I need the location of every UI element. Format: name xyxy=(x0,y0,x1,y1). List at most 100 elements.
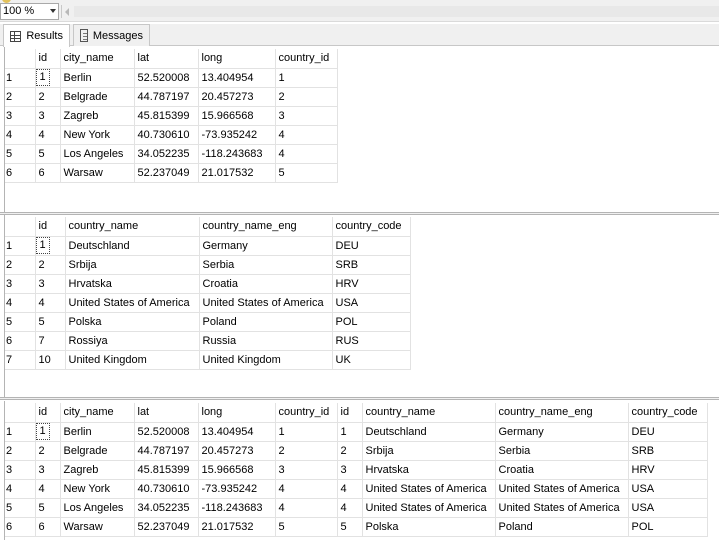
table-cell[interactable]: HRV xyxy=(332,274,411,294)
column-header[interactable]: country_name xyxy=(65,217,200,237)
table-cell[interactable]: Deutschland xyxy=(362,422,496,442)
row-number[interactable]: 3 xyxy=(5,274,36,294)
table-cell[interactable]: 45.815399 xyxy=(134,106,199,126)
column-header[interactable]: country_name xyxy=(362,403,496,423)
table-cell[interactable]: 15.966568 xyxy=(198,460,276,480)
table-cell[interactable]: Belgrade xyxy=(60,87,135,107)
table-cell[interactable]: 10 xyxy=(35,350,66,370)
corner-header[interactable] xyxy=(5,217,36,237)
table-cell[interactable]: -118.243683 xyxy=(198,144,276,164)
table-cell[interactable]: 5 xyxy=(35,498,61,518)
table-cell[interactable]: United Kingdom xyxy=(65,350,200,370)
table-cell[interactable]: 34.052235 xyxy=(134,498,199,518)
column-header[interactable]: id xyxy=(35,403,61,423)
table-cell[interactable]: 52.520008 xyxy=(134,68,199,88)
table-cell[interactable]: 6 xyxy=(35,517,61,537)
table-cell[interactable]: 2 xyxy=(35,255,66,275)
table-cell[interactable]: 4 xyxy=(35,293,66,313)
column-header[interactable]: long xyxy=(198,403,276,423)
table-cell[interactable]: 2 xyxy=(337,441,363,461)
table-row[interactable]: 3 3 Zagreb 45.815399 15.966568 3 xyxy=(5,106,338,126)
table-cell[interactable]: 21.017532 xyxy=(198,163,276,183)
table-cell[interactable]: Croatia xyxy=(199,274,333,294)
table-row[interactable]: 1 1 Berlin 52.520008 13.404954 1 xyxy=(5,68,338,88)
table-cell[interactable]: Serbia xyxy=(495,441,629,461)
table-cell[interactable]: SRB xyxy=(628,441,708,461)
table-row[interactable]: 6 7 Rossiya Russia RUS xyxy=(5,331,411,351)
table-cell[interactable]: RUS xyxy=(332,331,411,351)
selected-cell[interactable]: 1 xyxy=(35,422,61,442)
table-cell[interactable]: 44.787197 xyxy=(134,441,199,461)
table-row[interactable]: 1 1 Berlin 52.520008 13.404954 1 1 Deutschland G… xyxy=(5,422,708,442)
row-number[interactable]: 4 xyxy=(5,125,36,145)
table-cell[interactable]: New York xyxy=(60,479,135,499)
table-cell[interactable]: -73.935242 xyxy=(198,479,276,499)
table-cell[interactable]: United States of America xyxy=(362,479,496,499)
table-cell[interactable]: 15.966568 xyxy=(198,106,276,126)
table-row[interactable]: 5 5 Polska Poland POL xyxy=(5,312,411,332)
table-cell[interactable]: UK xyxy=(332,350,411,370)
table-cell[interactable]: United States of America xyxy=(495,498,629,518)
table-cell[interactable]: 3 xyxy=(35,106,61,126)
column-header[interactable]: country_id xyxy=(275,49,338,69)
table-cell[interactable]: United States of America xyxy=(495,479,629,499)
table-row[interactable]: 6 6 Warsaw 52.237049 21.017532 5 xyxy=(5,163,338,183)
table-cell[interactable]: Germany xyxy=(495,422,629,442)
table-cell[interactable]: United Kingdom xyxy=(199,350,333,370)
table-cell[interactable]: 3 xyxy=(275,460,338,480)
table-cell[interactable]: 40.730610 xyxy=(134,479,199,499)
column-header[interactable]: id xyxy=(337,403,363,423)
row-number[interactable]: 1 xyxy=(5,68,36,88)
pane-splitter[interactable] xyxy=(0,397,719,400)
row-number[interactable]: 7 xyxy=(5,350,36,370)
table-row[interactable]: 4 4 United States of America United States … xyxy=(5,293,411,313)
row-number[interactable]: 6 xyxy=(5,163,36,183)
row-number[interactable]: 1 xyxy=(5,422,36,442)
table-cell[interactable]: 5 xyxy=(275,163,338,183)
table-row[interactable]: 2 2 Belgrade 44.787197 20.457273 2 xyxy=(5,87,338,107)
table-cell[interactable]: 4 xyxy=(35,125,61,145)
table-cell[interactable]: 5 xyxy=(337,517,363,537)
table-cell[interactable]: Zagreb xyxy=(60,106,135,126)
row-number[interactable]: 4 xyxy=(5,293,36,313)
table-cell[interactable]: Belgrade xyxy=(60,441,135,461)
column-header[interactable]: lat xyxy=(134,403,199,423)
column-header[interactable]: country_name_eng xyxy=(495,403,629,423)
table-cell[interactable]: 2 xyxy=(35,441,61,461)
table-cell[interactable]: Polska xyxy=(65,312,200,332)
tab-results[interactable]: Results xyxy=(3,24,70,47)
table-cell[interactable]: SRB xyxy=(332,255,411,275)
table-cell[interactable]: 13.404954 xyxy=(198,422,276,442)
table-cell[interactable]: 3 xyxy=(35,460,61,480)
row-number[interactable]: 2 xyxy=(5,87,36,107)
table-cell[interactable]: 44.787197 xyxy=(134,87,199,107)
column-header[interactable]: city_name xyxy=(60,403,135,423)
table-row[interactable]: 1 1 Deutschland Germany DEU xyxy=(5,236,411,256)
table-cell[interactable]: USA xyxy=(332,293,411,313)
table-cell[interactable]: 4 xyxy=(275,498,338,518)
column-header[interactable]: country_code xyxy=(628,403,708,423)
table-cell[interactable]: DEU xyxy=(628,422,708,442)
table-cell[interactable]: 13.404954 xyxy=(198,68,276,88)
column-header[interactable]: id xyxy=(35,217,66,237)
table-cell[interactable]: Los Angeles xyxy=(60,498,135,518)
table-row[interactable]: 5 5 Los Angeles 34.052235 -118.243683 4 xyxy=(5,144,338,164)
row-number[interactable]: 2 xyxy=(5,441,36,461)
row-number[interactable]: 1 xyxy=(5,236,36,256)
table-cell[interactable]: 3 xyxy=(35,274,66,294)
zoom-dropdown[interactable]: 100 % xyxy=(0,3,59,20)
table-row[interactable]: 5 5 Los Angeles 34.052235 -118.243683 4 4 Unite… xyxy=(5,498,708,518)
table-cell[interactable]: Hrvatska xyxy=(65,274,200,294)
table-cell[interactable]: Poland xyxy=(199,312,333,332)
row-number[interactable]: 2 xyxy=(5,255,36,275)
row-number[interactable]: 4 xyxy=(5,479,36,499)
table-row[interactable]: 3 3 Zagreb 45.815399 15.966568 3 3 Hrvatska Croa… xyxy=(5,460,708,480)
corner-header[interactable] xyxy=(5,49,36,69)
table-cell[interactable]: 2 xyxy=(275,87,338,107)
row-number[interactable]: 6 xyxy=(5,517,36,537)
table-cell[interactable]: 6 xyxy=(35,163,61,183)
corner-header[interactable] xyxy=(5,403,36,423)
column-header[interactable]: country_id xyxy=(275,403,338,423)
table-cell[interactable]: Germany xyxy=(199,236,333,256)
table-cell[interactable]: 5 xyxy=(35,144,61,164)
